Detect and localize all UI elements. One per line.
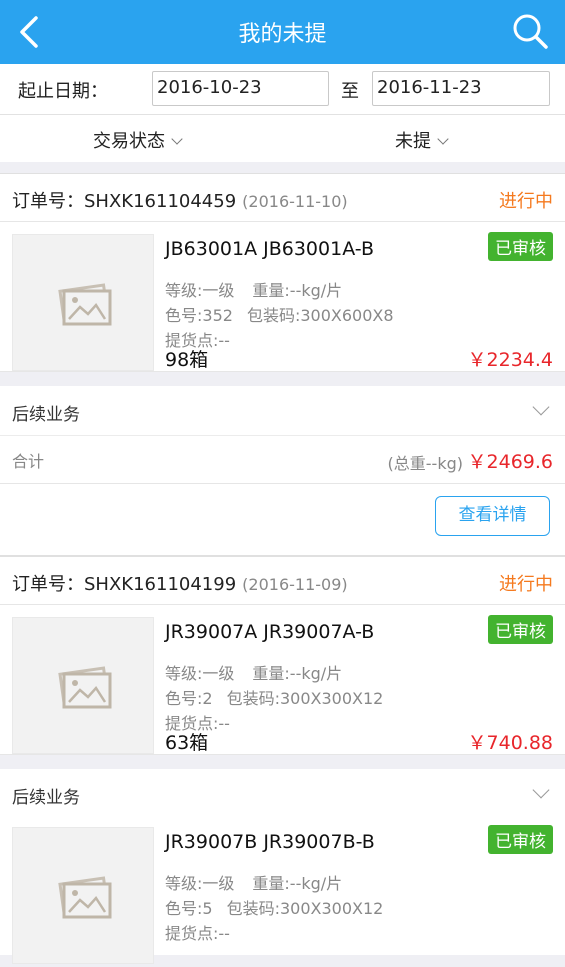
date-range-row: 起止日期： 2016-10-23 至 2016-11-23: [0, 64, 565, 115]
order-total-row: 合计 (总重--kg) ￥2469.6: [0, 436, 565, 484]
product-grade: 等级:一级: [165, 874, 235, 893]
page-title: 我的未提: [238, 22, 327, 47]
product-price: ￥2234.4: [467, 349, 553, 371]
product-pack-code: 包装码:300X300X12: [226, 899, 384, 918]
product-grade: 等级:一级: [165, 281, 235, 300]
order-item[interactable]: JR39007B JR39007B-B 已审核 等级:一级 重量:--kg/片 色…: [0, 815, 565, 964]
product-grade: 等级:一级: [165, 664, 235, 683]
start-date-field[interactable]: 2016-10-23: [152, 71, 329, 106]
pickup-status-dropdown[interactable]: 未提: [395, 127, 449, 153]
status-badge: 已审核: [488, 232, 553, 261]
order-date: (2016-11-10): [242, 192, 348, 211]
product-color-number: 色号:2: [165, 689, 213, 708]
total-label: 合计: [12, 452, 45, 471]
product-image-placeholder: [12, 234, 154, 371]
total-weight: (总重--kg): [387, 454, 463, 473]
status-badge: 已审核: [488, 615, 553, 644]
end-date-field[interactable]: 2016-11-23: [372, 71, 550, 106]
order-actions: 查看详情: [0, 484, 565, 556]
filter-row: 交易状态 未提: [0, 115, 565, 162]
order-number: 订单号：SHXK161104199: [12, 574, 237, 595]
product-pack-code: 包装码:300X300X12: [226, 689, 384, 708]
follow-up-label: 后续业务: [12, 788, 80, 808]
chevron-down-icon: [532, 781, 550, 799]
product-name: JB63001A JB63001A-B: [165, 238, 374, 260]
product-name: JR39007B JR39007B-B: [165, 831, 375, 853]
product-weight: 重量:--kg/片: [252, 664, 343, 683]
follow-up-label: 后续业务: [12, 405, 80, 425]
product-color-number: 色号:352: [165, 306, 233, 325]
trade-status-label: 交易状态: [93, 131, 165, 152]
date-separator: 至: [341, 81, 359, 102]
order-item[interactable]: JR39007A JR39007A-B 已审核 等级:一级 重量:--kg/片 色…: [0, 605, 565, 755]
product-image-placeholder: [12, 827, 154, 964]
follow-up-row[interactable]: 后续业务: [0, 769, 565, 819]
date-range-label: 起止日期：: [18, 81, 108, 102]
follow-up-row[interactable]: 后续业务: [0, 386, 565, 436]
product-color-number: 色号:5: [165, 899, 213, 918]
image-placeholder-icon: [58, 283, 112, 326]
order-status: 进行中: [499, 191, 553, 212]
product-name: JR39007A JR39007A-B: [165, 621, 375, 643]
order-item[interactable]: JB63001A JB63001A-B 已审核 等级:一级 重量:--kg/片 色…: [0, 222, 565, 372]
chevron-down-icon: [171, 133, 183, 145]
order-header[interactable]: 订单号：SHXK161104459 (2016-11-10) 进行中: [0, 173, 565, 222]
view-details-button[interactable]: 查看详情: [435, 496, 550, 536]
chevron-down-icon: [532, 398, 550, 416]
chevron-down-icon: [437, 133, 449, 145]
product-image-placeholder: [12, 617, 154, 754]
image-placeholder-icon: [58, 876, 112, 919]
order-header[interactable]: 订单号：SHXK161104199 (2016-11-09) 进行中: [0, 556, 565, 605]
product-pickup-point: 提货点:--: [165, 924, 230, 943]
pickup-status-label: 未提: [395, 131, 431, 152]
total-price: ￥2469.6: [467, 451, 553, 473]
top-bar: 我的未提: [0, 0, 565, 64]
image-placeholder-icon: [58, 666, 112, 709]
product-weight: 重量:--kg/片: [252, 874, 343, 893]
search-icon[interactable]: [511, 12, 549, 50]
product-pack-code: 包装码:300X600X8: [246, 306, 394, 325]
order-status: 进行中: [499, 574, 553, 595]
status-badge: 已审核: [488, 825, 553, 854]
product-price: ￥740.88: [467, 732, 553, 754]
trade-status-dropdown[interactable]: 交易状态: [93, 127, 183, 153]
order-number: 订单号：SHXK161104459: [12, 191, 237, 212]
product-weight: 重量:--kg/片: [252, 281, 343, 300]
product-quantity: 63箱: [165, 732, 209, 754]
order-date: (2016-11-09): [242, 575, 348, 594]
product-quantity: 98箱: [165, 349, 209, 371]
